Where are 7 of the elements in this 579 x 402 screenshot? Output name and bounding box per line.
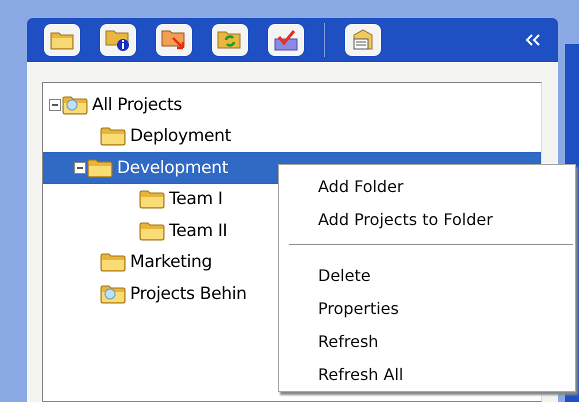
tree-label: Marketing [130, 252, 212, 272]
tree-label: Team I [169, 189, 223, 210]
tree-label: All Projects [92, 94, 182, 115]
tree-label: Deployment [130, 126, 231, 146]
tree-label: Projects Behin [130, 284, 247, 304]
tree-label: Development [117, 158, 228, 178]
tree-label: Team II [169, 220, 228, 241]
